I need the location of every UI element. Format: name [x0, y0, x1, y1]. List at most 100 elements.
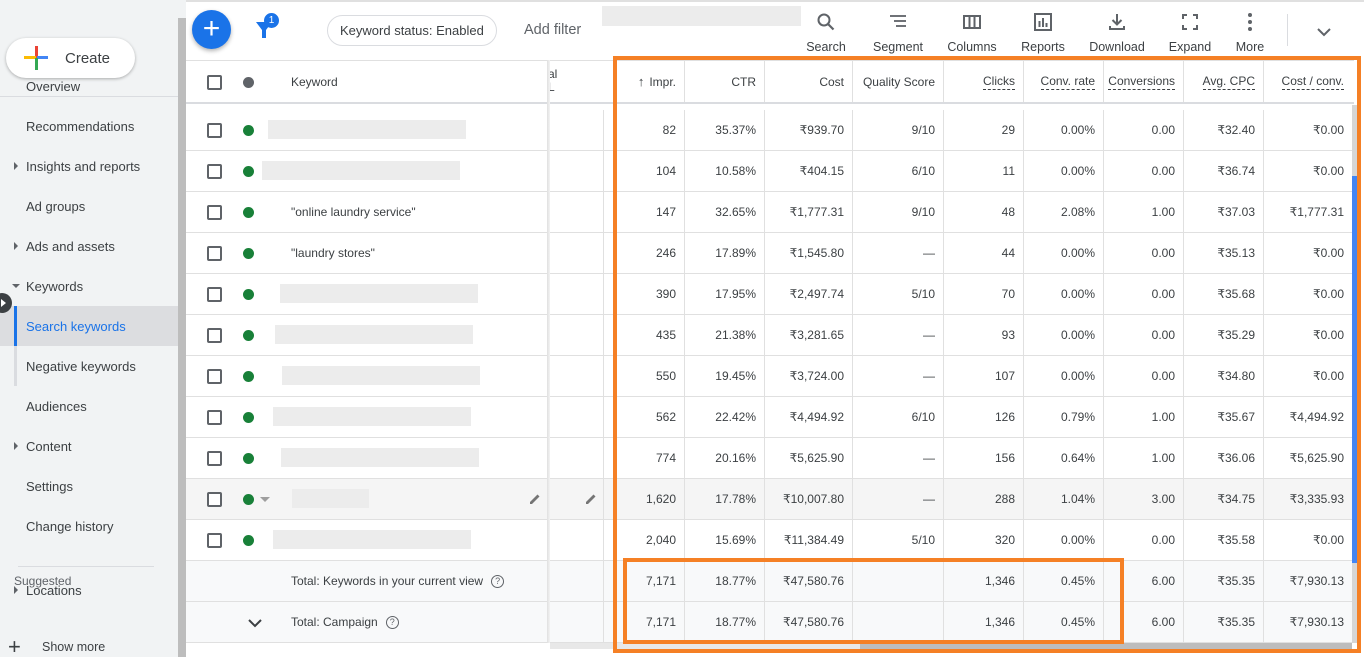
table-row[interactable]: "laundry stores" 246 17.89% ₹1,545.80—44 0.0… — [186, 233, 1354, 274]
vertical-scrollbar-thumb[interactable] — [1352, 176, 1360, 563]
header-keyword[interactable]: Keyword — [291, 75, 338, 89]
sidebar-item-ads-and-assets[interactable]: Ads and assets — [0, 226, 178, 266]
status-enabled-icon[interactable] — [243, 412, 254, 423]
row-checkbox[interactable] — [207, 328, 222, 343]
status-enabled-icon[interactable] — [243, 535, 254, 546]
toolbar-expand[interactable]: Expand — [1160, 10, 1220, 54]
edit-url-icon[interactable] — [584, 492, 598, 506]
sidebar-item-settings[interactable]: Settings — [0, 466, 178, 506]
status-enabled-icon[interactable] — [243, 453, 254, 464]
cell-clicks: 126 — [943, 397, 1023, 437]
table-row[interactable]: "online laundry service" 147 32.65% ₹1,777.… — [186, 192, 1354, 233]
keyword-text[interactable]: "online laundry service" — [291, 205, 416, 219]
sidebar-item-change-history[interactable]: Change history — [0, 506, 178, 546]
sidebar-item-overview[interactable]: Overview — [0, 66, 178, 106]
cell-conv-rate: 0.00% — [1023, 110, 1103, 150]
sidebar-item-label: Search keywords — [26, 318, 126, 334]
sidebar-item-insights-and-reports[interactable]: Insights and reports — [0, 146, 178, 186]
sidebar-item-negative-keywords[interactable]: Negative keywords — [0, 346, 178, 386]
filter-chip-keyword-status[interactable]: Keyword status: Enabled — [327, 15, 497, 46]
table-row[interactable]: 550 19.45% ₹3,724.00—107 0.00% 0.00 ₹34.80 ₹0.… — [186, 356, 1354, 397]
toolbar-segment[interactable]: Segment — [868, 10, 928, 54]
table-row[interactable]: 1,620 17.78% ₹10,007.80—288 1.04% 3.00 ₹34.75… — [186, 479, 1354, 520]
sidebar-item-content[interactable]: Content — [0, 426, 178, 466]
add-button[interactable]: + — [192, 10, 231, 49]
header-cost-conv[interactable]: Cost / conv. — [1263, 61, 1352, 102]
toolbar-search[interactable]: Search — [796, 10, 856, 54]
header-label: Cost / conv. — [1281, 73, 1344, 90]
row-checkbox[interactable] — [207, 533, 222, 548]
header-clicks[interactable]: Clicks — [943, 61, 1023, 102]
row-checkbox[interactable] — [207, 205, 222, 220]
row-checkbox[interactable] — [207, 369, 222, 384]
help-icon[interactable]: ? — [491, 575, 505, 589]
toolbar-columns[interactable]: Columns — [942, 10, 1002, 54]
total-label-wrap: Total: Campaign? — [291, 615, 399, 630]
header-impr[interactable]: ↑ Impr. — [613, 61, 684, 102]
header-conversions[interactable]: Conversions — [1103, 61, 1183, 102]
toolbar-reports[interactable]: Reports — [1013, 10, 1073, 54]
select-all-checkbox[interactable] — [207, 75, 222, 90]
cell-qs: 5/10 — [852, 274, 943, 314]
cell-cost-conv: ₹0.00 — [1263, 233, 1352, 273]
status-dropdown-icon[interactable] — [260, 497, 270, 502]
expand-totals-button[interactable] — [246, 614, 264, 632]
status-column-icon[interactable] — [243, 77, 254, 88]
caret-down-icon — [12, 284, 20, 288]
sidebar-item-locations[interactable]: Locations — [0, 570, 178, 610]
header-label: Cost — [819, 74, 844, 89]
row-checkbox[interactable] — [207, 410, 222, 425]
table-row[interactable]: 82 35.37% ₹939.70 9/10 29 0.00% 0.00 ₹32.40 ₹0.0… — [186, 110, 1354, 151]
table-row[interactable]: 390 17.95% ₹2,497.74 5/10 70 0.00% 0.00 ₹35.68 ₹… — [186, 274, 1354, 315]
sidebar-item-label: Recommendations — [26, 118, 135, 134]
table-row[interactable]: 774 20.16% ₹5,625.90—156 0.64% 1.00 ₹36.06 ₹5,… — [186, 438, 1354, 479]
row-checkbox[interactable] — [207, 164, 222, 179]
edit-keyword-icon[interactable] — [528, 492, 542, 506]
status-enabled-icon[interactable] — [243, 166, 254, 177]
status-enabled-icon[interactable] — [243, 207, 254, 218]
status-enabled-icon[interactable] — [243, 289, 254, 300]
horizontal-scrollbar-thumb[interactable] — [860, 643, 1352, 649]
show-more-button[interactable]: + Show more — [8, 636, 105, 657]
sidebar-item-keywords[interactable]: Keywords — [0, 266, 178, 306]
sidebar-item-recommendations[interactable]: Recommendations — [0, 106, 178, 146]
toolbar-more[interactable]: More — [1220, 10, 1280, 54]
cell-clicks: 288 — [943, 479, 1023, 519]
add-filter-button[interactable]: Add filter — [524, 22, 581, 38]
cell-conv-rate: 0.00% — [1023, 520, 1103, 560]
header-avg-cpc[interactable]: Avg. CPC — [1183, 61, 1263, 102]
toolbar-label: Segment — [872, 40, 924, 54]
table-row[interactable]: 104 10.58% ₹404.15 6/10 11 0.00% 0.00 ₹36.74 ₹0.… — [186, 151, 1354, 192]
header-cost[interactable]: Cost — [764, 61, 852, 102]
status-enabled-icon[interactable] — [243, 330, 254, 341]
sidebar-item-search-keywords[interactable]: Search keywords — [0, 306, 178, 346]
header-quality-score[interactable]: Quality Score — [852, 61, 943, 102]
row-checkbox[interactable] — [207, 123, 222, 138]
status-enabled-icon[interactable] — [243, 494, 254, 505]
status-enabled-icon[interactable] — [243, 125, 254, 136]
redacted-keyword — [275, 325, 473, 344]
cell-cost-conv: ₹0.00 — [1263, 520, 1352, 560]
table-row[interactable]: 562 22.42% ₹4,494.92 6/10 126 0.79% 1.00 ₹35.67… — [186, 397, 1354, 438]
header-conv-rate[interactable]: Conv. rate — [1023, 61, 1103, 102]
sidebar-item-audiences[interactable]: Audiences — [0, 386, 178, 426]
status-enabled-icon[interactable] — [243, 248, 254, 259]
row-checkbox[interactable] — [207, 451, 222, 466]
table-row[interactable]: 435 21.38% ₹3,281.65—93 0.00% 0.00 ₹35.29 ₹0.0… — [186, 315, 1354, 356]
row-checkbox[interactable] — [207, 492, 222, 507]
row-checkbox[interactable] — [207, 246, 222, 261]
cell-clicks: 29 — [943, 110, 1023, 150]
collapse-toolbar-button[interactable] — [1310, 20, 1338, 44]
sidebar-item-ad-groups[interactable]: Ad groups — [0, 186, 178, 226]
sidebar-item-label: Content — [26, 438, 72, 454]
cell-cost-conv: ₹0.00 — [1263, 110, 1352, 150]
help-icon[interactable]: ? — [385, 616, 399, 630]
row-checkbox[interactable] — [207, 287, 222, 302]
table-row[interactable]: 2,040 15.69% ₹11,384.49 5/10 320 0.00% 0.00 ₹35… — [186, 520, 1354, 561]
sidebar-scrollbar[interactable] — [178, 18, 186, 657]
keyword-text[interactable]: "laundry stores" — [291, 246, 375, 260]
header-ctr[interactable]: CTR — [684, 61, 764, 102]
status-enabled-icon[interactable] — [243, 371, 254, 382]
cell-impr: 1,620 — [613, 479, 684, 519]
toolbar-download[interactable]: Download — [1087, 10, 1147, 54]
